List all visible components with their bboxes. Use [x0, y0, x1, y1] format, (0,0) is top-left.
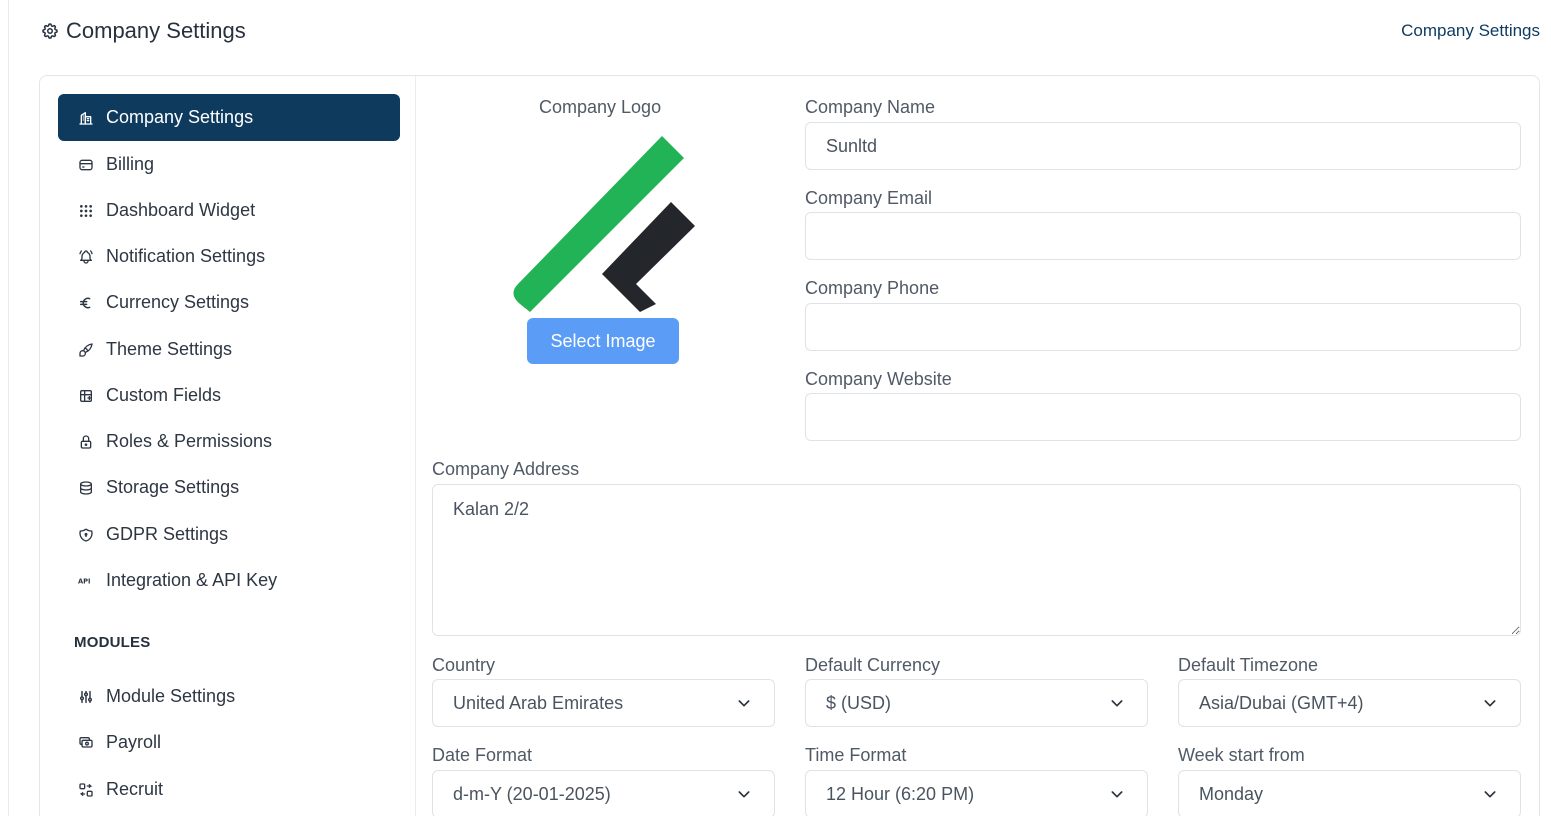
sidebar-item-label: Dashboard Widget: [106, 200, 256, 220]
select-image-button[interactable]: Select Image: [527, 318, 679, 364]
gear-icon: [40, 21, 60, 41]
sliders-icon: [78, 689, 94, 705]
sidebar-item-label: Integration & API Key: [106, 570, 278, 590]
sidebar-item-label: Storage Settings: [106, 477, 240, 497]
bell-icon: [78, 249, 94, 265]
sidebar-item-label: Billing: [106, 154, 155, 174]
company-logo-label: Company Logo: [539, 97, 662, 117]
company-address-textarea[interactable]: Kalan 2/2: [432, 484, 1521, 636]
default-currency-select[interactable]: $ (USD): [805, 679, 1148, 727]
shield-icon: [78, 527, 94, 543]
sidebar-item-label: Payroll: [106, 732, 162, 752]
week-start-select[interactable]: Monday: [1178, 770, 1521, 816]
company-email-label: Company Email: [805, 188, 933, 208]
building-icon: [78, 110, 94, 126]
default-timezone-selected-value: Asia/Dubai (GMT+4): [1199, 692, 1364, 713]
table-icon: [78, 388, 94, 404]
settings-sidebar: Company Settings Billing Dashboard Widge…: [40, 76, 416, 816]
week-start-selected-value: Monday: [1199, 783, 1264, 804]
modules-heading: MODULES: [74, 634, 151, 651]
week-start-label: Week start from: [1178, 745, 1305, 765]
company-phone-input[interactable]: [805, 303, 1521, 351]
page-header: Company Settings: [40, 18, 246, 44]
sidebar-item-label: Company Settings: [106, 107, 254, 127]
sidebar-item-label: Notification Settings: [106, 246, 266, 266]
sidebar-item-label: Roles & Permissions: [106, 431, 273, 451]
company-email-input[interactable]: [805, 212, 1521, 260]
date-format-selected-value: d-m-Y (20-01-2025): [453, 783, 611, 804]
sidebar-item-label: Recruit: [106, 779, 164, 799]
euro-icon: [78, 295, 94, 311]
date-format-select[interactable]: d-m-Y (20-01-2025): [432, 770, 775, 816]
sidebar-item-theme-settings[interactable]: Theme Settings: [58, 326, 400, 373]
company-website-input[interactable]: [805, 393, 1521, 441]
lock-icon: [78, 434, 94, 450]
chevron-down-icon: [1109, 695, 1125, 711]
sidebar-item-module-settings[interactable]: Module Settings: [58, 673, 400, 720]
company-phone-label: Company Phone: [805, 278, 940, 298]
chevron-down-icon: [1482, 695, 1498, 711]
settings-card: Company Settings Billing Dashboard Widge…: [39, 75, 1540, 816]
company-name-label: Company Name: [805, 97, 936, 117]
sidebar-item-billing[interactable]: Billing: [58, 141, 400, 188]
date-format-label: Date Format: [432, 745, 533, 765]
sidebar-item-label: Theme Settings: [106, 339, 233, 359]
chevron-down-icon: [1482, 786, 1498, 802]
sidebar-item-label: Module Settings: [106, 686, 236, 706]
time-format-select[interactable]: 12 Hour (6:20 PM): [805, 770, 1148, 816]
company-address-label: Company Address: [432, 459, 580, 479]
sidebar-item-roles-permissions[interactable]: Roles & Permissions: [58, 418, 400, 465]
default-currency-selected-value: $ (USD): [826, 692, 892, 713]
sidebar-item-label: Custom Fields: [106, 385, 222, 405]
recruit-icon: [78, 782, 94, 798]
time-format-selected-value: 12 Hour (6:20 PM): [826, 783, 975, 804]
svg-text:API: API: [78, 577, 91, 585]
sidebar-item-integration-api-key[interactable]: API Integration & API Key: [58, 557, 400, 604]
chevron-down-icon: [1109, 786, 1125, 802]
sidebar-item-dashboard-widget[interactable]: Dashboard Widget: [58, 187, 400, 234]
sidebar-item-storage-settings[interactable]: Storage Settings: [58, 464, 400, 511]
sidebar-item-payroll[interactable]: Payroll: [58, 719, 400, 766]
page-title: Company Settings: [66, 18, 246, 43]
company-website-label: Company Website: [805, 369, 952, 389]
chevron-down-icon: [736, 695, 752, 711]
page-left-border: [8, 0, 9, 816]
sidebar-item-company-settings[interactable]: Company Settings: [58, 94, 400, 141]
sidebar-item-gdpr-settings[interactable]: GDPR Settings: [58, 511, 400, 558]
country-select[interactable]: United Arab Emirates: [432, 679, 775, 727]
breadcrumb[interactable]: Company Settings: [1401, 21, 1540, 41]
country-label: Country: [432, 655, 496, 675]
default-currency-label: Default Currency: [805, 655, 941, 675]
company-logo-image: [508, 134, 698, 314]
cash-icon: [78, 735, 94, 751]
api-icon: API: [78, 573, 94, 589]
sidebar-item-label: Currency Settings: [106, 292, 250, 312]
time-format-label: Time Format: [805, 745, 907, 765]
sidebar-item-label: GDPR Settings: [106, 524, 229, 544]
default-timezone-label: Default Timezone: [1178, 655, 1319, 675]
sidebar-item-custom-fields[interactable]: Custom Fields: [58, 372, 400, 419]
country-selected-value: United Arab Emirates: [453, 692, 624, 713]
company-name-input[interactable]: [805, 122, 1521, 170]
sidebar-item-currency-settings[interactable]: Currency Settings: [58, 279, 400, 326]
brush-icon: [78, 342, 94, 358]
chevron-down-icon: [736, 786, 752, 802]
database-icon: [78, 480, 94, 496]
default-timezone-select[interactable]: Asia/Dubai (GMT+4): [1178, 679, 1521, 727]
sidebar-item-recruit[interactable]: Recruit: [58, 766, 400, 813]
sidebar-item-notification-settings[interactable]: Notification Settings: [58, 233, 400, 280]
grid-dots-icon: [78, 203, 94, 219]
credit-card-icon: [78, 157, 94, 173]
